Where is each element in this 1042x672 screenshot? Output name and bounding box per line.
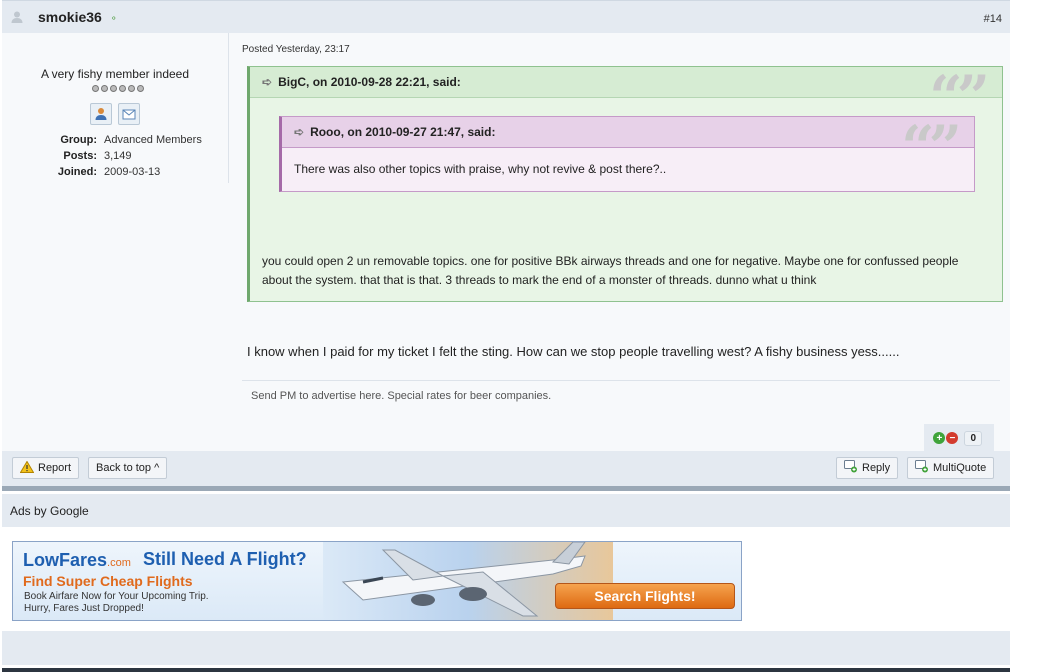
- warning-icon: [19, 460, 35, 476]
- back-to-top-label: Back to top ^: [96, 462, 160, 474]
- info-value: 2009-03-13: [104, 166, 161, 178]
- inner-quote-citation: ➪ Rooo, on 2010-09-27 21:47, said: “”: [282, 113, 974, 181]
- banner-headline: Still Need A Flight?: [143, 549, 307, 569]
- post-body: A very fishy member indeed Group: Advanc…: [2, 33, 1010, 452]
- info-value: Advanced Members: [104, 134, 202, 146]
- post-reply-text: I know when I paid for my ticket I felt …: [247, 344, 900, 359]
- ads-label[interactable]: Ads by Google: [10, 504, 89, 518]
- flight-ad-banner[interactable]: LowFares.com Still Need A Flight? Find S…: [12, 541, 742, 621]
- signature: Send PM to advertise here. Special rates…: [251, 390, 552, 402]
- ads-header: Ads by Google: [2, 494, 1010, 527]
- info-label: Group:: [60, 134, 97, 146]
- envelope-icon: [122, 109, 136, 120]
- info-value: 3,149: [104, 150, 132, 162]
- member-title: A very fishy member indeed: [40, 67, 190, 81]
- back-to-top-button[interactable]: Back to top ^: [88, 457, 168, 479]
- quote-arrow-icon: ➪: [294, 125, 305, 139]
- info-row-joined: Joined: 2009-03-13: [2, 164, 228, 180]
- rank-pip: [137, 85, 144, 92]
- quote-arrow-icon: ➪: [262, 75, 273, 89]
- posted-date: Posted Yesterday, 23:17: [242, 44, 350, 55]
- banner-brand-name: LowFares: [23, 550, 108, 570]
- user-icon: [10, 10, 24, 24]
- banner-brand-suffix: .com: [107, 557, 131, 569]
- outer-quote: ➪ BigC, on 2010-09-28 22:21, said: “” ➪ …: [247, 63, 1003, 302]
- inner-quote-citation-text: Rooo, on 2010-09-27 21:47, said:: [310, 125, 496, 139]
- outer-quote-text: you could open 2 un removable topics. on…: [262, 254, 959, 287]
- inner-quote-text: There was also other topics with praise,…: [294, 162, 667, 176]
- username-link[interactable]: smokie36: [38, 9, 102, 25]
- info-label: Joined:: [57, 166, 97, 178]
- inner-quote: ➪ Rooo, on 2010-09-27 21:47, said: “” Th…: [279, 113, 975, 192]
- view-profile-button[interactable]: [90, 103, 112, 125]
- rep-up-icon[interactable]: +: [933, 432, 946, 444]
- reply-label: Reply: [862, 462, 891, 474]
- post-controls: Report Back to top ^ Reply MultiQuote: [2, 451, 1010, 486]
- footer-strip: [2, 631, 1010, 665]
- multiquote-label: MultiQuote: [933, 462, 987, 474]
- online-status-icon: ⚬: [110, 13, 118, 23]
- author-info: Group: Advanced Members Posts: 3,149 Joi…: [2, 132, 228, 180]
- reputation-box: + − 0: [924, 424, 994, 452]
- banner-line-2: Hurry, Fares Just Dropped!: [24, 603, 144, 614]
- rank-pip: [110, 85, 117, 92]
- rank-pips: [92, 85, 144, 92]
- rank-pip: [101, 85, 108, 92]
- outer-quote-citation: ➪ BigC, on 2010-09-28 22:21, said: “”: [250, 63, 1002, 131]
- rank-pip: [119, 85, 126, 92]
- outer-quote-citation-text: BigC, on 2010-09-28 22:21, said:: [278, 75, 461, 89]
- section-divider: [2, 486, 1010, 491]
- post-number-link[interactable]: #14: [984, 13, 1002, 25]
- bottom-bar: [2, 668, 1010, 672]
- rank-pip: [92, 85, 99, 92]
- signature-divider: [242, 380, 1000, 381]
- post-header: smokie36 ⚬ #14: [2, 0, 1010, 34]
- info-row-posts: Posts: 3,149: [2, 148, 228, 164]
- author-actions: [90, 103, 140, 125]
- reply-icon: [844, 460, 858, 476]
- info-row-group: Group: Advanced Members: [2, 132, 228, 148]
- rep-down-icon[interactable]: −: [946, 432, 959, 444]
- reply-button[interactable]: Reply: [836, 457, 899, 479]
- multiquote-icon: [915, 460, 929, 476]
- quote-mark-icon: “”: [901, 113, 962, 181]
- banner-brand: LowFares.com: [23, 550, 131, 571]
- info-label: Posts:: [63, 150, 97, 162]
- rank-pip: [128, 85, 135, 92]
- send-message-button[interactable]: [118, 103, 140, 125]
- report-label: Report: [38, 462, 72, 474]
- banner-subhead: Find Super Cheap Flights: [23, 573, 193, 589]
- profile-icon: [95, 108, 107, 120]
- forum-post-page: smokie36 ⚬ #14 A very fishy member indee…: [2, 0, 1010, 672]
- rep-buttons: + −: [933, 432, 959, 444]
- multiquote-button[interactable]: MultiQuote: [907, 457, 995, 479]
- banner-line-1: Book Airfare Now for Your Upcoming Trip.: [24, 591, 209, 602]
- report-button[interactable]: Report: [12, 457, 80, 479]
- search-flights-button[interactable]: Search Flights!: [555, 583, 735, 609]
- reputation-count: 0: [964, 430, 982, 446]
- author-panel: A very fishy member indeed Group: Advanc…: [2, 33, 229, 183]
